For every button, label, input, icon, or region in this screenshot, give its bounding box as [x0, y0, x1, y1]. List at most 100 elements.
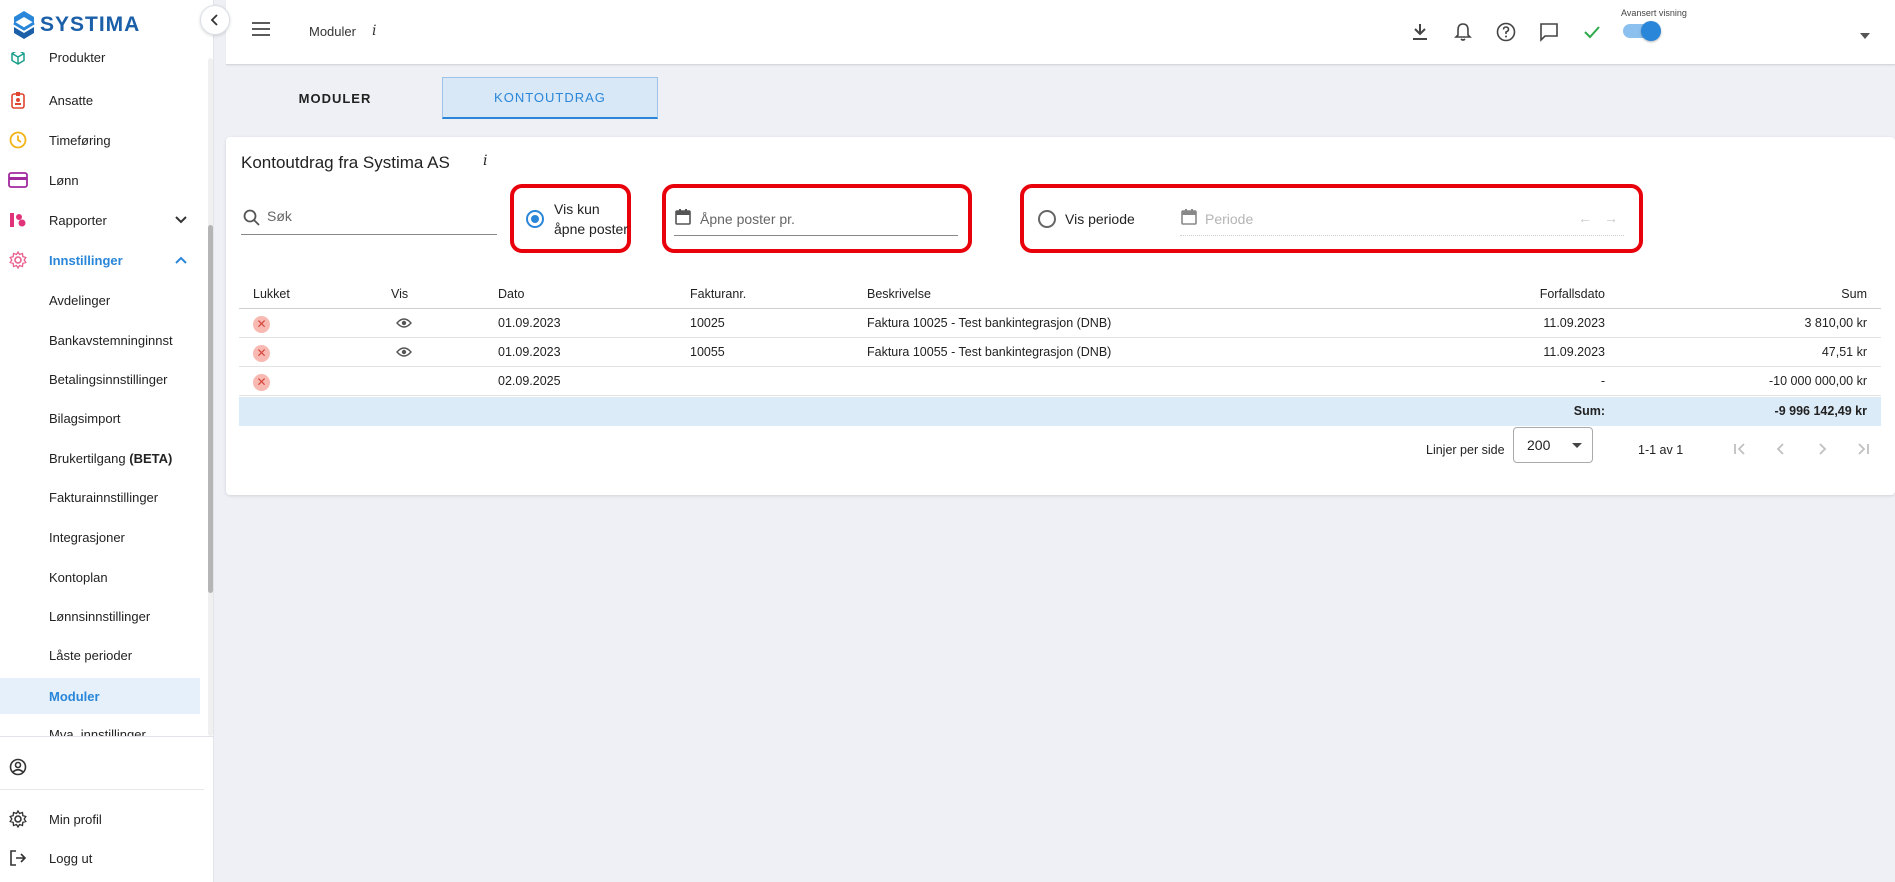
- min-profil-label: Min profil: [49, 811, 102, 827]
- cell-invoice: 10055: [690, 345, 725, 359]
- sidebar-item-lonn[interactable]: Lønn: [0, 162, 200, 198]
- next-page-icon[interactable]: [1812, 439, 1832, 459]
- col-header-dato[interactable]: Dato: [498, 280, 524, 309]
- account-circle-icon: [8, 757, 28, 777]
- sidebar-sub-kontoplan[interactable]: Kontoplan: [0, 559, 200, 595]
- logg-ut-label: Logg ut: [49, 850, 93, 866]
- tab-kontoutdrag[interactable]: KONTOUTDRAG: [442, 77, 658, 119]
- sidebar-sub-laste-perioder[interactable]: Låste perioder: [0, 637, 200, 673]
- sidebar-sub-label: Lønnsinnstillinger: [49, 608, 151, 624]
- sidebar-sub-brukertilgang[interactable]: Brukertilgang (BETA): [0, 440, 200, 476]
- cell-date: 02.09.2025: [498, 374, 561, 388]
- first-page-icon[interactable]: [1730, 439, 1750, 459]
- col-header-fakturanr[interactable]: Fakturanr.: [690, 280, 746, 309]
- sidebar-sub-label: Avdelinger: [49, 292, 111, 308]
- advanced-view-toggle[interactable]: [1623, 21, 1661, 41]
- close-item-icon[interactable]: ✕: [253, 374, 270, 391]
- sidebar-sub-integrasjoner[interactable]: Integrasjoner: [0, 519, 200, 555]
- table-row: ✕ 01.09.2023 10055 Faktura 10055 - Test …: [239, 338, 1881, 367]
- chart-icon: [8, 210, 28, 230]
- last-page-icon[interactable]: [1853, 439, 1873, 459]
- search-icon: [243, 209, 260, 229]
- user-menu-caret-icon[interactable]: [1860, 27, 1870, 42]
- menu-icon[interactable]: [252, 22, 270, 39]
- sidebar-item-label: Innstillinger: [49, 252, 123, 268]
- open-only-label: Vis kun åpne poster: [554, 201, 628, 237]
- sidebar-item-rapporter[interactable]: Rapporter: [0, 202, 200, 238]
- help-icon[interactable]: [1494, 20, 1518, 44]
- open-date-field: [674, 205, 958, 236]
- brand-name: SYSTIMA: [40, 13, 141, 36]
- breadcrumb[interactable]: Moduler: [309, 24, 356, 39]
- sidebar-sub-label: Mva_innstillinger: [49, 726, 146, 737]
- sidebar-min-profil[interactable]: Min profil: [0, 801, 200, 837]
- sidebar-sub-bilagsimport[interactable]: Bilagsimport: [0, 400, 200, 436]
- sidebar-item-label: Rapporter: [49, 212, 107, 228]
- period-input[interactable]: [1205, 211, 1525, 227]
- sum-total: -9 996 142,49 kr: [1774, 404, 1867, 418]
- divider: [0, 736, 214, 737]
- eye-icon[interactable]: [396, 346, 412, 361]
- close-item-icon[interactable]: ✕: [253, 345, 270, 362]
- chevron-left-icon: [210, 14, 218, 26]
- beta-tag: (BETA): [129, 450, 173, 466]
- sidebar-sub-avdelinger[interactable]: Avdelinger: [0, 282, 200, 318]
- gear-icon: [8, 250, 28, 270]
- sidebar-sub-betalingsinnstillinger[interactable]: Betalingsinnstillinger: [0, 361, 200, 397]
- table-header-row: Lukket Vis Dato Fakturanr. Beskrivelse F…: [239, 280, 1881, 309]
- close-item-icon[interactable]: ✕: [253, 316, 270, 333]
- info-icon[interactable]: i: [483, 153, 487, 169]
- search-input[interactable]: [267, 208, 487, 224]
- sidebar-scrollbar-thumb[interactable]: [208, 225, 213, 593]
- sidebar-item-timeforing[interactable]: Timeføring: [0, 122, 200, 158]
- check-icon[interactable]: [1580, 20, 1604, 44]
- open-date-input[interactable]: [700, 211, 950, 227]
- sidebar-sub-moduler[interactable]: Moduler: [0, 678, 200, 714]
- cell-sum: 47,51 kr: [1821, 345, 1867, 359]
- cell-sum: -10 000 000,00 kr: [1769, 374, 1867, 388]
- sidebar-sub-bankavstemning[interactable]: Bankavstemninginnst: [0, 322, 200, 358]
- sidebar-sub-label: Betalingsinnstillinger: [49, 371, 168, 387]
- col-header-forfallsdato[interactable]: Forfallsdato: [1479, 280, 1605, 309]
- sidebar-item-produkter[interactable]: Produkter: [0, 52, 200, 75]
- sidebar-item-innstillinger[interactable]: Innstillinger: [0, 242, 200, 278]
- chat-icon[interactable]: [1537, 20, 1561, 44]
- chevron-up-icon: [174, 253, 188, 268]
- period-label: Vis periode: [1065, 211, 1135, 227]
- rows-per-page-select[interactable]: 200: [1513, 427, 1593, 463]
- prev-page-icon[interactable]: [1771, 439, 1791, 459]
- sidebar-logg-ut[interactable]: Logg ut: [0, 840, 200, 876]
- col-header-sum[interactable]: Sum: [1719, 280, 1867, 309]
- calendar-icon[interactable]: [1180, 208, 1198, 229]
- bell-icon[interactable]: [1451, 20, 1475, 44]
- sidebar-item-ansatte[interactable]: Ansatte: [0, 82, 200, 118]
- sidebar-sub-mva[interactable]: Mva_innstillinger: [0, 716, 200, 737]
- sidebar-item-label: Timeføring: [49, 132, 111, 148]
- collapse-sidebar-button[interactable]: [200, 5, 230, 35]
- user-account[interactable]: [0, 749, 200, 785]
- download-icon[interactable]: [1408, 20, 1432, 44]
- col-header-vis[interactable]: Vis: [391, 280, 408, 309]
- period-prev-arrow[interactable]: ←: [1578, 210, 1592, 226]
- period-field: ← →: [1180, 205, 1624, 236]
- info-icon[interactable]: i: [372, 23, 376, 39]
- logout-icon: [8, 848, 28, 868]
- cube-icon: [8, 52, 28, 67]
- open-only-radio[interactable]: [526, 210, 544, 228]
- sidebar-sub-label: Låste perioder: [49, 647, 133, 663]
- col-header-beskrivelse[interactable]: Beskrivelse: [867, 280, 931, 309]
- tab-moduler[interactable]: MODULER: [242, 77, 428, 119]
- col-header-lukket[interactable]: Lukket: [253, 280, 290, 309]
- badge-icon: [8, 90, 28, 110]
- sidebar-sub-lonnsinnstillinger[interactable]: Lønnsinnstillinger: [0, 598, 200, 634]
- divider: [0, 789, 204, 790]
- period-radio[interactable]: [1038, 210, 1056, 228]
- eye-icon[interactable]: [396, 317, 412, 332]
- cell-due: -: [1600, 374, 1605, 388]
- calendar-icon[interactable]: [674, 208, 692, 229]
- period-next-arrow[interactable]: →: [1604, 210, 1618, 226]
- cell-sum: 3 810,00 kr: [1804, 316, 1867, 330]
- sidebar-sub-fakturainnstillinger[interactable]: Fakturainnstillinger: [0, 479, 200, 515]
- cell-date: 01.09.2023: [498, 345, 561, 359]
- sidebar-sub-label: Bankavstemninginnst: [49, 332, 173, 348]
